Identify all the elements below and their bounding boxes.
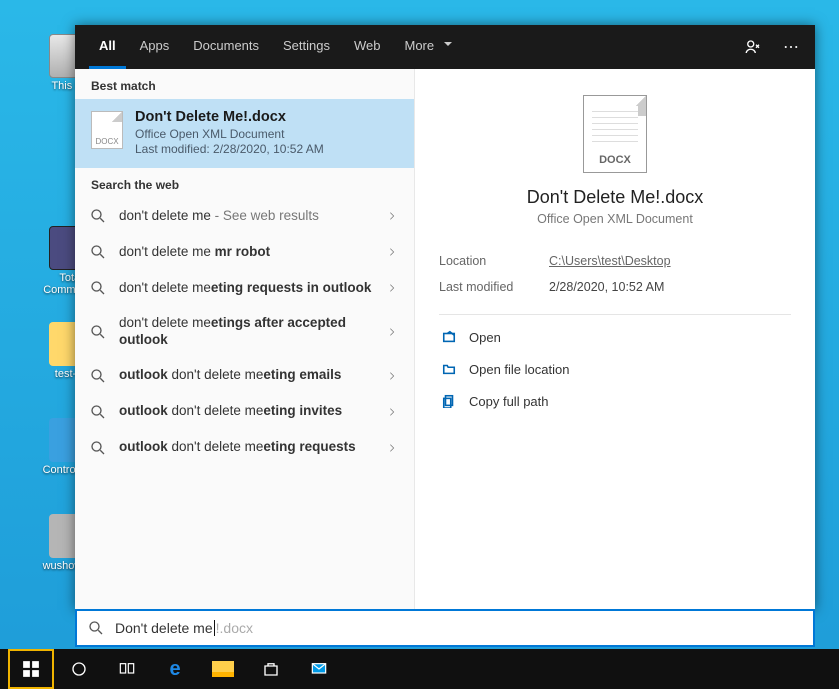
edge-button[interactable]: e	[152, 649, 198, 689]
web-suggestion[interactable]: don't delete meeting requests in outlook	[75, 270, 414, 306]
tab-label: Apps	[140, 38, 170, 53]
suggestion-text: don't delete meeting requests in outlook	[119, 280, 374, 297]
action-open-location[interactable]: Open file location	[439, 353, 791, 385]
action-copy-path[interactable]: Copy full path	[439, 385, 791, 417]
web-suggestion[interactable]: don't delete meetings after accepted out…	[75, 306, 414, 358]
folder-open-icon	[441, 361, 457, 377]
chevron-down-icon	[440, 38, 452, 53]
web-suggestion[interactable]: outlook don't delete meeting invites	[75, 394, 414, 430]
open-icon	[441, 329, 457, 345]
suggestion-text: outlook don't delete meeting requests	[119, 439, 374, 456]
mail-button[interactable]	[296, 649, 342, 689]
copy-path-icon	[441, 393, 457, 409]
folder-icon	[212, 661, 234, 677]
separator	[439, 314, 791, 315]
edge-icon: e	[169, 658, 180, 681]
file-explorer-button[interactable]	[200, 649, 246, 689]
docx-file-icon: DOCX	[91, 111, 123, 149]
tab-web[interactable]: Web	[344, 25, 391, 69]
best-match-modified: Last modified: 2/28/2020, 10:52 AM	[135, 142, 324, 156]
web-suggestion[interactable]: don't delete me - See web results	[75, 198, 414, 234]
search-input-bar[interactable]: Don't delete me!.docx	[75, 609, 815, 647]
tab-label: All	[99, 38, 116, 53]
start-button[interactable]	[8, 649, 54, 689]
tab-label: Documents	[193, 38, 259, 53]
search-header: All Apps Documents Settings Web More	[75, 25, 815, 69]
suggestion-text: don't delete me mr robot	[119, 244, 374, 261]
store-button[interactable]	[248, 649, 294, 689]
tab-settings[interactable]: Settings	[273, 25, 340, 69]
tab-apps[interactable]: Apps	[130, 25, 180, 69]
tab-label: Settings	[283, 38, 330, 53]
best-match-title: Don't Delete Me!.docx	[135, 109, 324, 125]
docx-large-icon: DOCX	[583, 95, 647, 173]
action-open[interactable]: Open	[439, 321, 791, 353]
action-label: Open file location	[469, 362, 569, 377]
tab-more[interactable]: More	[395, 25, 463, 69]
more-options-icon[interactable]	[781, 37, 801, 57]
web-section-label: Search the web	[75, 168, 414, 198]
location-link[interactable]: C:\Users\test\Desktop	[549, 254, 671, 268]
best-match-result[interactable]: DOCX Don't Delete Me!.docx Office Open X…	[75, 99, 414, 168]
modified-value: 2/28/2020, 10:52 AM	[549, 280, 664, 294]
cortana-button[interactable]	[56, 649, 102, 689]
web-suggestion[interactable]: outlook don't delete meeting requests	[75, 430, 414, 466]
web-suggestion[interactable]: don't delete me mr robot	[75, 234, 414, 270]
location-label: Location	[439, 254, 549, 268]
suggestion-text: outlook don't delete meeting invites	[119, 403, 374, 420]
search-icon	[87, 619, 105, 637]
tab-label: More	[405, 38, 435, 53]
results-pane: Best match DOCX Don't Delete Me!.docx Of…	[75, 69, 415, 610]
best-match-subtitle: Office Open XML Document	[135, 127, 324, 141]
start-search-panel: All Apps Documents Settings Web More Bes…	[75, 25, 815, 610]
web-suggestion[interactable]: outlook don't delete meeting emails	[75, 358, 414, 394]
taskbar: e	[0, 649, 839, 689]
best-match-label: Best match	[75, 69, 414, 99]
tab-label: Web	[354, 38, 381, 53]
action-label: Copy full path	[469, 394, 549, 409]
tab-documents[interactable]: Documents	[183, 25, 269, 69]
suggestion-text: don't delete me - See web results	[119, 208, 374, 225]
detail-title: Don't Delete Me!.docx	[439, 187, 791, 208]
modified-label: Last modified	[439, 280, 549, 294]
feedback-icon[interactable]	[743, 37, 763, 57]
suggestion-text: don't delete meetings after accepted out…	[119, 315, 374, 349]
tab-all[interactable]: All	[89, 25, 126, 69]
suggestion-text: outlook don't delete meeting emails	[119, 367, 374, 384]
action-label: Open	[469, 330, 501, 345]
detail-subtitle: Office Open XML Document	[439, 212, 791, 226]
task-view-button[interactable]	[104, 649, 150, 689]
detail-pane: DOCX Don't Delete Me!.docx Office Open X…	[415, 69, 815, 610]
